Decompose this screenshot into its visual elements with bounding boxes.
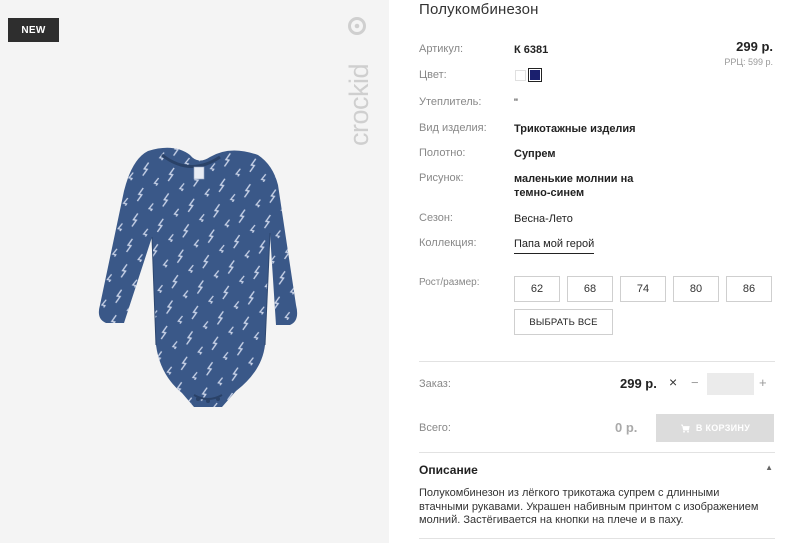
rrc-price: РРЦ: 599 р. [724, 57, 773, 67]
cart-icon [680, 424, 690, 433]
new-badge: NEW [8, 18, 59, 42]
size-label: Рост/размер: [419, 277, 480, 288]
spec-label: Сезон: [419, 212, 453, 224]
description-line: втачными рукавами. Украшен набивным прин… [419, 500, 759, 513]
spec-value: К 6381 [514, 44, 549, 56]
description-title[interactable]: Описание [419, 463, 478, 477]
spec-value: Трикотажные изделия [514, 123, 636, 135]
spec-label: Утеплитель: [419, 96, 482, 108]
size-option-80[interactable]: 80 [673, 276, 719, 302]
size-option-68[interactable]: 68 [567, 276, 613, 302]
divider [419, 361, 775, 362]
add-to-cart-label: В КОРЗИНУ [695, 423, 751, 433]
total-value: 0 р. [615, 420, 638, 435]
order-label: Заказ: [419, 378, 451, 390]
description-text: Полукомбинезон из лёгкого трикотажа супр… [419, 487, 769, 528]
size-option-86[interactable]: 86 [726, 276, 772, 302]
order-price: 299 р. [620, 376, 657, 391]
spec-label: Вид изделия: [419, 122, 487, 134]
spec-value-line: темно-синем [514, 187, 585, 199]
spec-value: Весна-Лето [514, 213, 573, 225]
product-details: Полукомбинезон 299 р. РРЦ: 599 р. Артику… [419, 0, 775, 543]
bodysuit-image [98, 147, 298, 408]
color-swatch-navy[interactable] [528, 68, 542, 82]
size-option-62[interactable]: 62 [514, 276, 560, 302]
spec-label: Коллекция: [419, 237, 477, 249]
spec-label: Артикул: [419, 43, 464, 55]
quantity-decrement-button[interactable]: − [691, 375, 699, 390]
add-to-cart-button[interactable]: В КОРЗИНУ [656, 414, 774, 442]
quantity-input[interactable] [707, 373, 754, 395]
times-icon: × [669, 374, 678, 390]
divider [419, 452, 775, 453]
spec-label: Цвет: [419, 69, 447, 81]
color-swatch-white[interactable] [515, 70, 526, 81]
product-title: Полукомбинезон [419, 1, 539, 18]
size-option-74[interactable]: 74 [620, 276, 666, 302]
description-line: молний. Застёгивается на кнопки на плече… [419, 514, 684, 526]
brand-logo-text: crockid [346, 64, 374, 146]
caret-up-icon[interactable]: ▲ [765, 463, 773, 472]
divider [419, 538, 775, 539]
spec-value-line: маленькие молнии на [514, 173, 634, 185]
quantity-increment-button[interactable]: + [759, 375, 767, 390]
product-price: 299 р. [736, 39, 773, 54]
select-all-sizes-button[interactable]: ВЫБРАТЬ ВСЕ [514, 309, 613, 335]
spec-label: Полотно: [419, 147, 466, 159]
brand-logo: crockid [346, 17, 374, 146]
description-line: Полукомбинезон из лёгкого трикотажа супр… [419, 487, 720, 499]
total-label: Всего: [419, 422, 451, 434]
spec-label: Рисунок: [419, 172, 464, 184]
spec-value: маленькие молнии на темно-синем [514, 172, 633, 200]
spec-value: Супрем [514, 148, 556, 160]
collection-link[interactable]: Папа мой герой [514, 237, 595, 254]
spec-value: " [514, 97, 518, 109]
product-photo[interactable]: NEW crockid [0, 0, 389, 543]
